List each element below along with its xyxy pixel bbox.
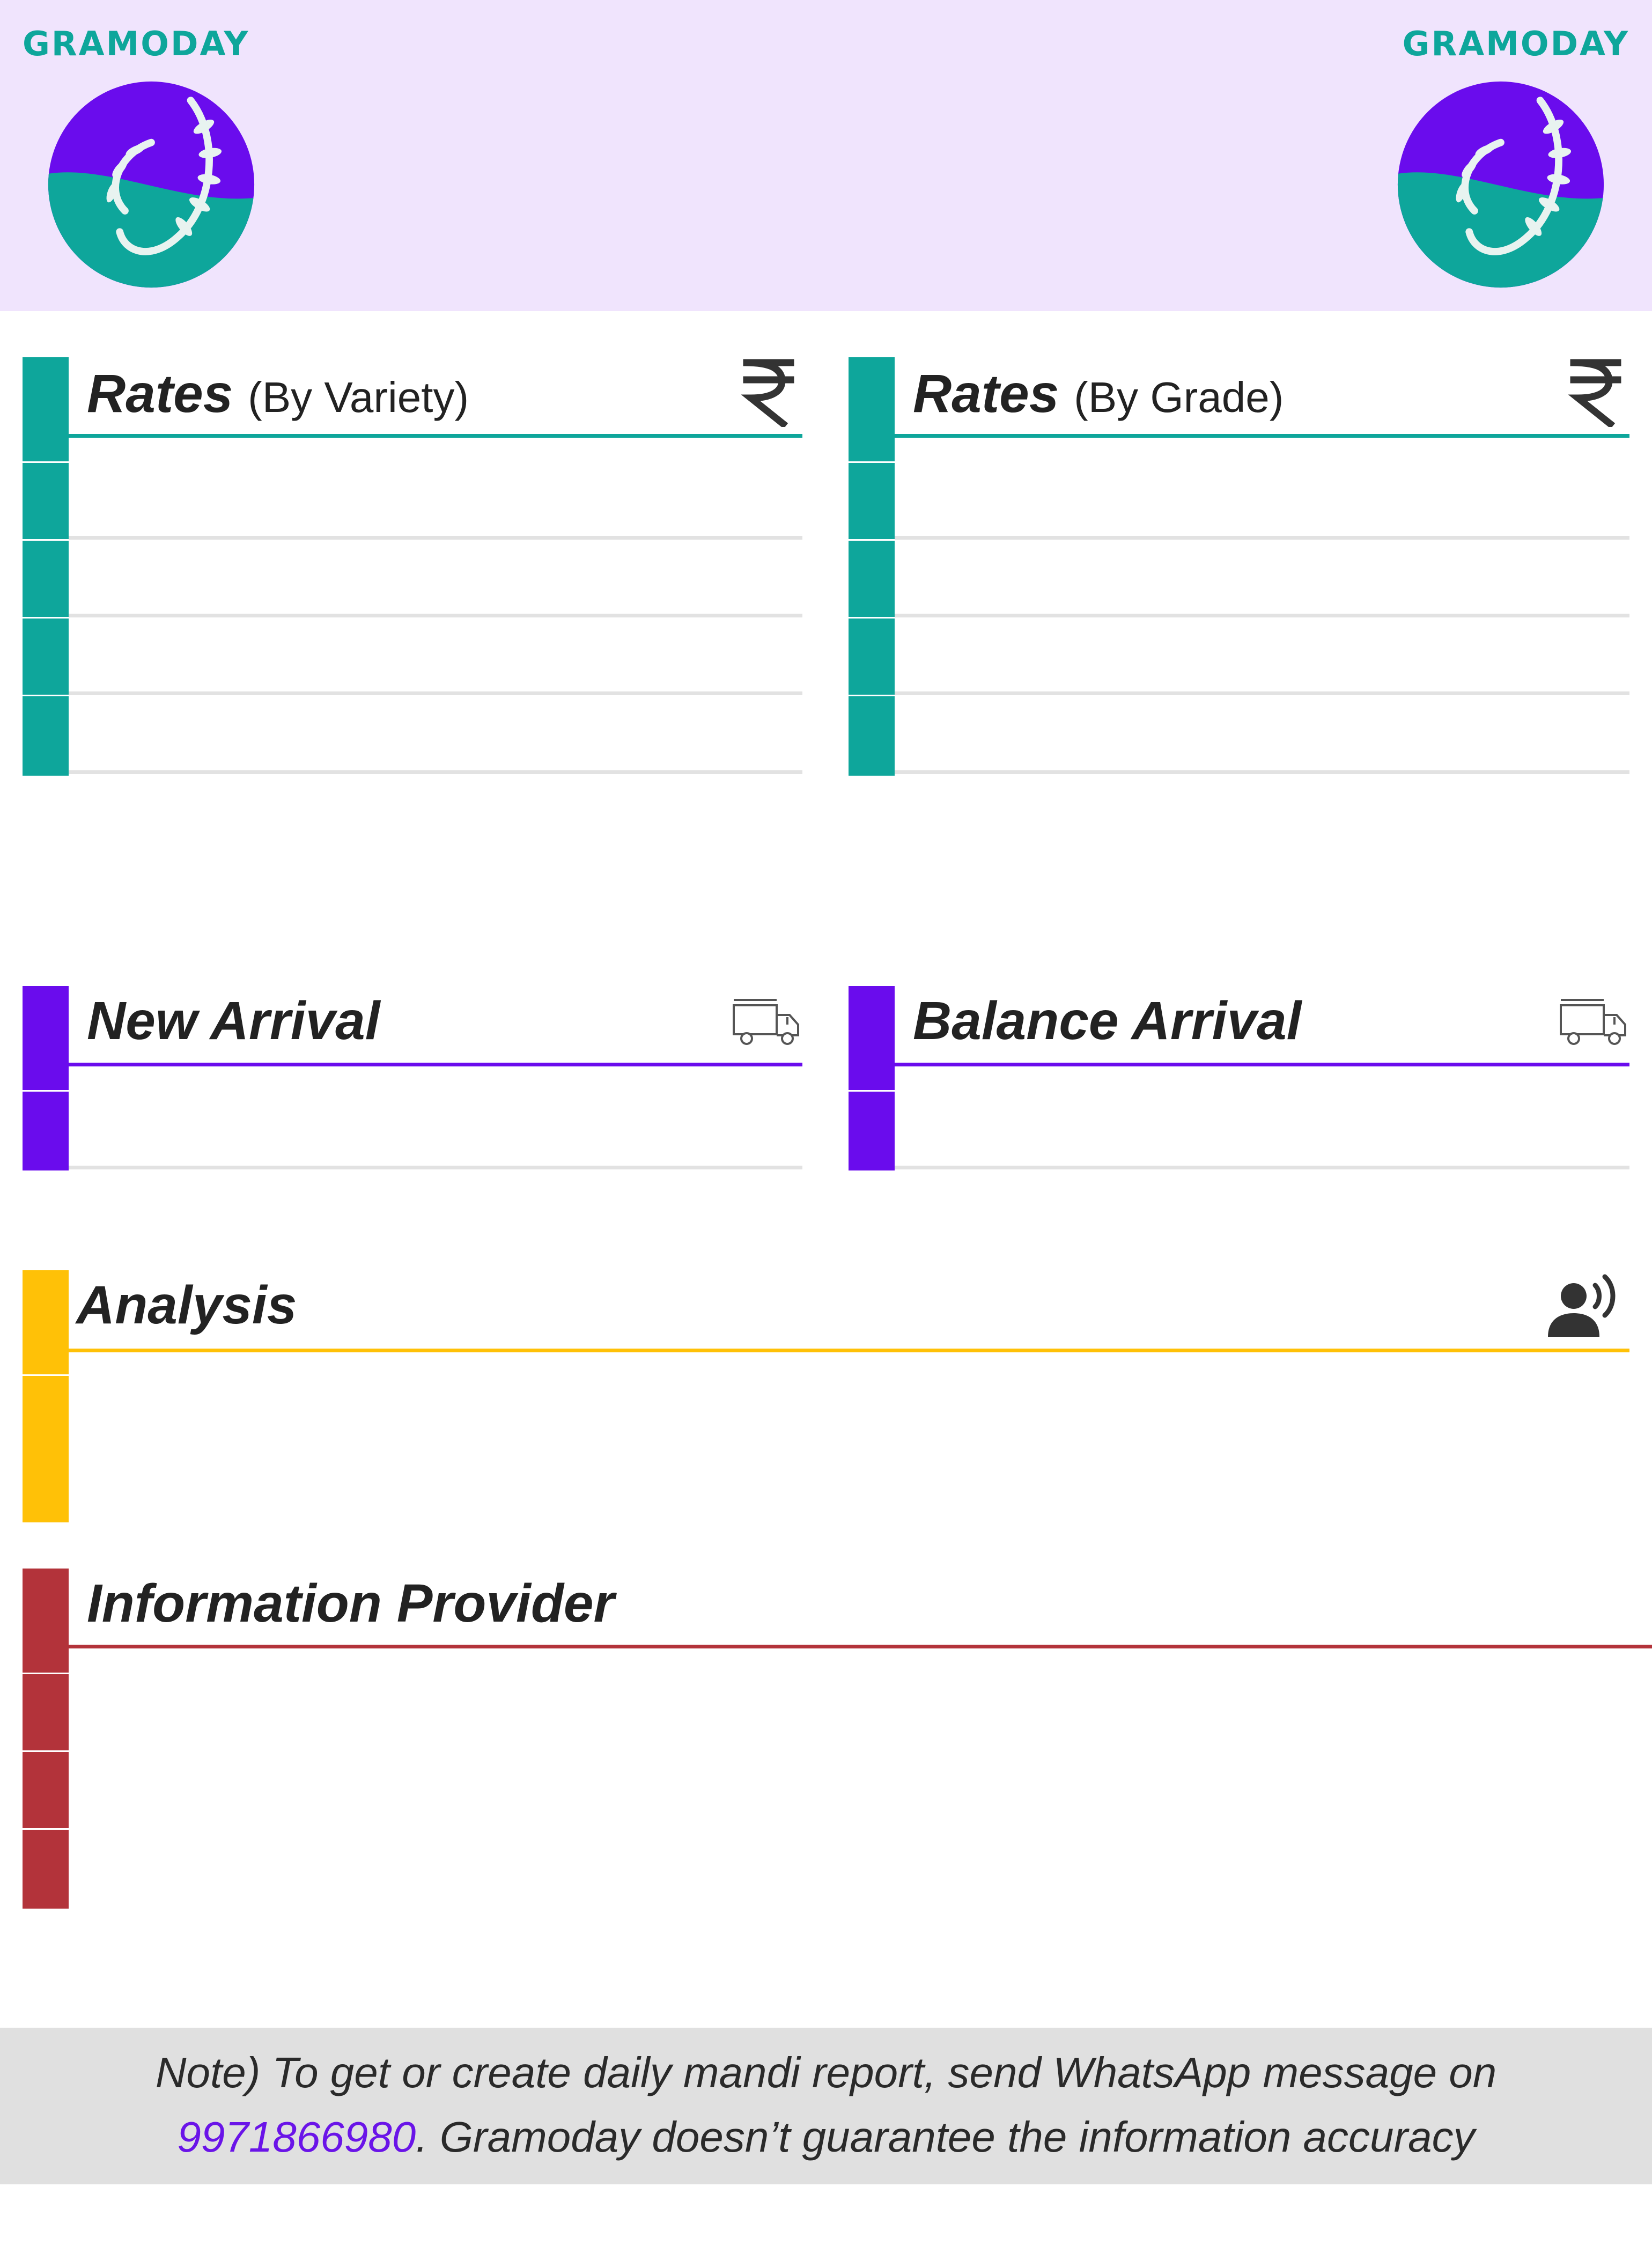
row-divider <box>69 614 802 617</box>
footer-line-2: 9971866980. Gramoday doesn’t guarantee t… <box>0 2105 1652 2169</box>
section-title: Information Provider <box>87 1573 615 1633</box>
speaking-person-icon <box>1548 1274 1616 1337</box>
section-color-bar <box>23 986 69 1170</box>
footer-disclaimer: . Gramoday doesn’t guarantee the informa… <box>416 2113 1475 2161</box>
row-divider <box>69 1166 802 1169</box>
row-divider <box>69 770 802 774</box>
footer-line-1: Note) To get or create daily mandi repor… <box>155 2049 1497 2096</box>
header: GRAMODAY GRAMODAY <box>0 0 1652 311</box>
section-color-bar <box>849 357 895 776</box>
section-color-bar <box>849 986 895 1170</box>
new-arrival-section: New Arrival <box>23 986 802 1170</box>
section-title: Analysis <box>76 1275 297 1335</box>
section-title: New Arrival <box>87 991 380 1051</box>
section-title: Balance Arrival <box>913 991 1302 1051</box>
brand-right: GRAMODAY <box>1402 24 1629 63</box>
rates-by-grade-section: Rates (By Grade) <box>849 357 1629 776</box>
row-divider <box>69 691 802 695</box>
section-header-line <box>895 1063 1629 1066</box>
title-main: Rates <box>87 364 233 424</box>
gramoday-logo-icon <box>1397 81 1604 288</box>
gramoday-logo-icon <box>48 81 255 288</box>
analysis-section: Analysis <box>23 1270 1629 1522</box>
truck-icon <box>733 999 799 1045</box>
title-subtitle: (By Grade) <box>1074 373 1284 421</box>
section-header-line <box>69 1645 1652 1648</box>
footer-note: Note) To get or create daily mandi repor… <box>0 2028 1652 2184</box>
section-color-bar <box>23 1270 69 1522</box>
row-divider <box>895 770 1629 774</box>
whatsapp-phone-number[interactable]: 9971866980 <box>177 2113 416 2161</box>
row-divider <box>895 614 1629 617</box>
row-divider <box>895 691 1629 695</box>
title-main: Rates <box>913 364 1059 424</box>
section-title: Rates (By Variety) <box>87 367 469 421</box>
rupee-icon <box>741 359 794 427</box>
section-color-bar <box>23 357 69 776</box>
balance-arrival-section: Balance Arrival <box>849 986 1629 1170</box>
section-color-bar <box>23 1569 69 1909</box>
section-header-line <box>69 1063 802 1066</box>
row-divider <box>895 536 1629 540</box>
row-divider <box>69 536 802 540</box>
title-subtitle: (By Variety) <box>248 373 469 421</box>
section-title: Rates (By Grade) <box>913 367 1284 421</box>
row-divider <box>895 1166 1629 1169</box>
section-header-line <box>69 1349 1629 1352</box>
rupee-icon <box>1568 359 1621 427</box>
truck-icon <box>1560 999 1626 1045</box>
brand-left: GRAMODAY <box>23 24 250 63</box>
rates-by-variety-section: Rates (By Variety) <box>23 357 802 776</box>
section-header-line <box>895 434 1629 438</box>
information-provider-section: Information Provider <box>23 1569 1652 1909</box>
section-header-line <box>69 434 802 438</box>
